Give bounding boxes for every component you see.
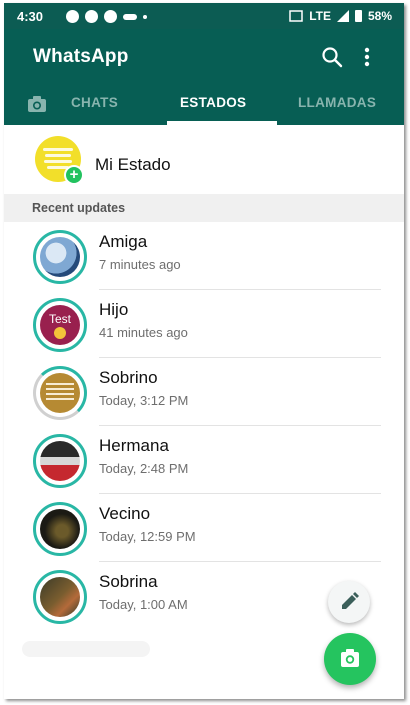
camera-icon — [341, 649, 359, 667]
avatar-text: Test — [48, 312, 71, 326]
contact-name: Vecino — [99, 504, 151, 523]
mustache-notification-icon — [123, 13, 137, 20]
pencil-icon — [342, 592, 359, 609]
cast-icon — [289, 10, 303, 22]
app-bar: WhatsApp CHATS ESTADOS LLAMADAS — [4, 29, 404, 125]
avatar — [40, 577, 80, 617]
more-vert-icon[interactable] — [360, 45, 374, 69]
status-item-hermana[interactable]: Hermana Today, 2:48 PM — [4, 426, 404, 494]
status-time: Today, 12:59 PM — [99, 529, 196, 544]
app-title: WhatsApp — [33, 46, 129, 67]
text-status-button[interactable] — [328, 581, 370, 623]
status-time: 7 minutes ago — [99, 257, 181, 272]
status-item-sobrino[interactable]: Sobrino Today, 3:12 PM — [4, 358, 404, 426]
status-ring: Test — [33, 298, 87, 352]
status-ring — [33, 230, 87, 284]
status-time: Today, 2:48 PM — [99, 461, 189, 476]
status-item-hijo[interactable]: Test Hijo 41 minutes ago — [4, 290, 404, 358]
clock: 4:30 — [17, 9, 44, 24]
system-indicators: LTE 58% — [289, 9, 392, 23]
avatar — [40, 509, 80, 549]
status-list: Amiga 7 minutes ago Test Hijo 41 minutes… — [4, 222, 404, 630]
scroll-placeholder — [22, 641, 150, 657]
status-ring — [33, 366, 87, 420]
avatar-text-line — [43, 148, 73, 151]
status-item-amiga[interactable]: Amiga 7 minutes ago — [4, 222, 404, 290]
circle-notification-icon — [104, 10, 117, 23]
network-type: LTE — [309, 9, 331, 23]
contact-name: Hijo — [99, 300, 129, 319]
avatar-text-line — [45, 154, 71, 157]
status-ring — [33, 570, 87, 624]
notification-icons — [66, 10, 147, 23]
tab-estados[interactable]: ESTADOS — [180, 95, 246, 110]
phone-screen: 4:30 LTE 58% WhatsApp CHATS ESTADOS LLAM… — [4, 3, 404, 699]
battery-icon — [354, 10, 362, 22]
ok-notification-icon — [85, 10, 98, 23]
camera-status-button[interactable] — [324, 633, 376, 685]
system-status-bar: 4:30 LTE 58% — [4, 3, 404, 29]
add-status-icon[interactable]: + — [64, 165, 84, 185]
whatsapp-notification-icon — [66, 10, 79, 23]
battery-level: 58% — [367, 9, 392, 23]
avatar — [40, 441, 80, 481]
contact-name: Amiga — [99, 232, 148, 251]
avatar-text-lines — [46, 383, 74, 385]
avatar — [40, 237, 80, 277]
tab-llamadas[interactable]: LLAMADAS — [298, 95, 376, 110]
avatar-text-line — [44, 160, 72, 163]
tab-bar: CHATS ESTADOS LLAMADAS — [4, 87, 404, 125]
tab-chats[interactable]: CHATS — [71, 95, 118, 110]
contact-name: Sobrina — [99, 572, 158, 591]
my-status-row[interactable]: + Mi Estado — [4, 125, 404, 189]
recent-updates-header: Recent updates — [4, 194, 404, 222]
recent-updates-label: Recent updates — [32, 201, 126, 215]
camera-icon[interactable] — [26, 93, 48, 115]
status-ring — [33, 434, 87, 488]
status-time: Today, 1:00 AM — [99, 597, 188, 612]
status-item-vecino[interactable]: Vecino Today, 12:59 PM — [4, 494, 404, 562]
status-time: 41 minutes ago — [99, 325, 188, 340]
signal-icon — [336, 10, 349, 22]
status-ring — [33, 502, 87, 556]
avatar — [40, 373, 80, 413]
contact-name: Sobrino — [99, 368, 158, 387]
status-time: Today, 3:12 PM — [99, 393, 189, 408]
my-status-label: Mi Estado — [95, 155, 171, 174]
contact-name: Hermana — [99, 436, 169, 455]
avatar: Test — [40, 305, 80, 345]
search-icon[interactable] — [320, 45, 344, 69]
dot-notification-icon — [143, 14, 147, 19]
laughing-emoji-icon — [54, 327, 66, 339]
